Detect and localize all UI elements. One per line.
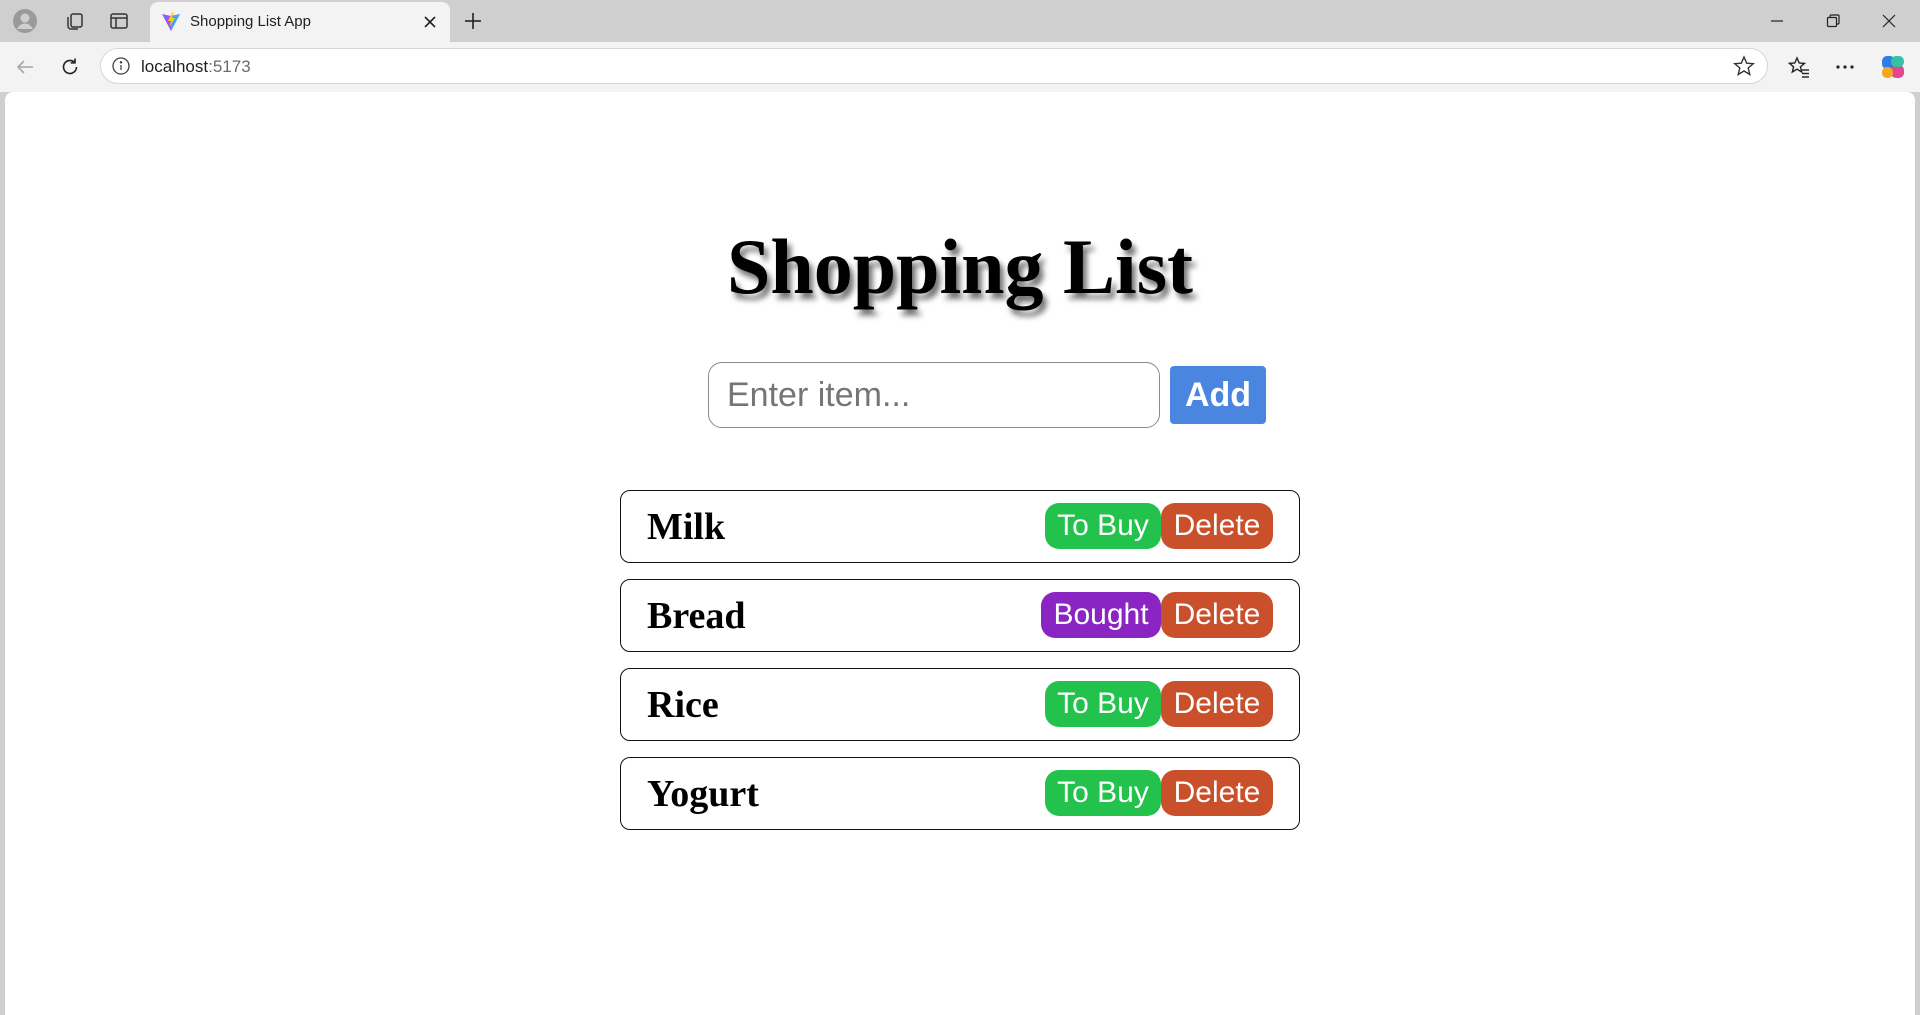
new-tab-icon[interactable] (458, 6, 488, 36)
delete-button[interactable]: Delete (1161, 681, 1273, 727)
close-tab-icon[interactable] (418, 10, 442, 34)
item-name: Yogurt (647, 773, 759, 815)
add-button[interactable]: Add (1170, 366, 1266, 424)
restore-icon[interactable] (1810, 6, 1856, 36)
item-name: Rice (647, 684, 719, 726)
collections-icon[interactable] (60, 6, 90, 36)
address-bar[interactable]: localhost:5173 (100, 48, 1768, 84)
list-item: Bread Bought Delete (620, 579, 1300, 652)
status-button[interactable]: To Buy (1045, 503, 1161, 549)
more-options-icon[interactable] (1830, 52, 1860, 82)
vite-logo-icon (160, 11, 182, 38)
tab-actions-icon[interactable] (104, 6, 134, 36)
minimize-icon[interactable] (1754, 6, 1800, 36)
status-button[interactable]: Bought (1041, 592, 1161, 638)
list-item: Milk To Buy Delete (620, 490, 1300, 563)
page-title: Shopping List (726, 223, 1194, 310)
address-host: localhost (141, 57, 209, 76)
delete-button[interactable]: Delete (1161, 592, 1273, 638)
status-button[interactable]: To Buy (1045, 681, 1161, 727)
browser-tab[interactable]: Shopping List App (150, 2, 450, 42)
browser-titlebar: Shopping List App (0, 0, 1920, 42)
favorite-star-icon[interactable] (1732, 55, 1756, 82)
refresh-icon[interactable] (55, 52, 85, 82)
delete-button[interactable]: Delete (1161, 770, 1273, 816)
item-name: Milk (647, 506, 726, 548)
list-item: Yogurt To Buy Delete (620, 757, 1300, 830)
item-input[interactable] (708, 362, 1160, 428)
favorites-icon[interactable] (1784, 52, 1814, 82)
page-viewport: Shopping List Add Milk To Buy Delete Bre… (5, 92, 1915, 1015)
close-window-icon[interactable] (1866, 6, 1912, 36)
profile-icon[interactable] (10, 6, 40, 36)
back-icon[interactable] (10, 52, 40, 82)
address-port: :5173 (208, 57, 251, 76)
site-info-icon[interactable] (111, 56, 131, 81)
address-url: localhost:5173 (141, 57, 251, 77)
shopping-list: Milk To Buy Delete Bread Bought Delete R… (620, 490, 1300, 846)
delete-button[interactable]: Delete (1161, 503, 1273, 549)
status-button[interactable]: To Buy (1045, 770, 1161, 816)
item-name: Bread (647, 595, 746, 637)
browser-toolbar: localhost:5173 (0, 42, 1920, 92)
tab-title: Shopping List App (190, 13, 311, 30)
copilot-icon[interactable] (1878, 52, 1908, 82)
list-item: Rice To Buy Delete (620, 668, 1300, 741)
